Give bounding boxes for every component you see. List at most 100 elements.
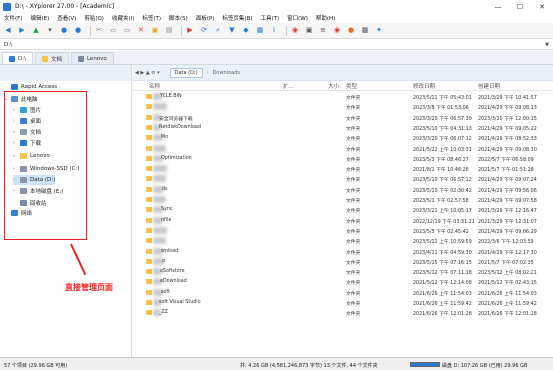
ball-icon[interactable]: ● <box>346 26 356 36</box>
menu-item[interactable]: 查看(V) <box>53 14 80 22</box>
tab-icon <box>77 55 84 62</box>
breadcrumb: ◀ ▶ ▲ ≡ ▾ Data (D:) › Downloads <box>133 65 553 81</box>
filter-icon[interactable]: ▼ <box>227 26 237 36</box>
address-value[interactable]: D:\ <box>4 42 12 48</box>
file-row[interactable]: 安全浏览器下载 文件夹 2023/3/20 下午 06:57:30 2023/3/20… <box>133 113 553 123</box>
file-row[interactable]: 文件夹 2021/5/22 上午 10:03:31 2021/4/29 下午 09:… <box>133 144 553 154</box>
file-modified: 2023/3/21 上午 10:05:17 <box>413 209 472 215</box>
menu-item[interactable]: 窗口(W) <box>283 14 312 22</box>
file-row[interactable]: o 文件夹 2023/5/15 下午 07:16:15 2021/5/7 下午 07:… <box>133 257 553 267</box>
location-icon[interactable]: ● <box>59 26 69 36</box>
back-icon[interactable]: ◀ <box>3 26 13 36</box>
file-row[interactable]: 文件夹 2023/5/11 上午 10:59:59 2022/3/6 下午 12:0… <box>133 236 553 246</box>
tab-label: Lenovo <box>86 55 107 62</box>
file-row[interactable]: 文件夹 2023/5/5 下午 02:45:42 2021/4/29 下午 09:0… <box>133 226 553 236</box>
copy-icon[interactable]: ▭ <box>108 26 118 36</box>
file-row[interactable]: Mo 文件夹 2023/3/20 下午 06:07:12 2021/4/29 下午 0… <box>133 133 553 143</box>
file-row[interactable]: wnload 文件夹 2023/4/11 下午 04:59:30 2021/4/29 … <box>133 247 553 257</box>
file-created: 2021/4/29 下午 09:05:22 <box>478 126 537 132</box>
minimize-button[interactable]: — <box>487 0 509 13</box>
menu-item[interactable]: 工具(T) <box>257 14 284 22</box>
file-row[interactable]: eDownload 文件夹 2021/5/12 下午 12:14:08 2021/5/… <box>133 277 553 287</box>
folder-icon <box>146 94 152 99</box>
file-modified: 2023/5/10 下午 04:31:13 <box>413 126 472 132</box>
file-row[interactable]: NetdiskDownload 文件夹 2023/5/10 下午 04:31:13 2… <box>133 123 553 133</box>
new-folder-icon[interactable]: ▣ <box>150 26 160 36</box>
breadcrumb-folder[interactable]: Downloads <box>213 70 240 76</box>
file-modified: 2021/6/26 下午 12:01:28 <box>413 312 472 318</box>
file-row[interactable]: 文件夹 2023/3/8 下午 01:53:06 2021/4/29 下午 09:0… <box>133 102 553 112</box>
find-icon[interactable]: ⌕ <box>213 26 223 36</box>
maximize-button[interactable]: ☐ <box>509 0 531 13</box>
browse-icon[interactable]: ▾ <box>45 26 55 36</box>
column-size[interactable]: 大小 <box>328 82 339 90</box>
file-row[interactable]: _ZZ 文件夹 2021/6/26 下午 12:01:28 2021/6/26 下午 … <box>133 308 553 318</box>
column-type[interactable]: 类型 <box>346 82 357 90</box>
file-row[interactable]: soft 文件夹 2021/6/26 上午 11:54:03 2021/6/26 上午… <box>133 288 553 298</box>
menu-item[interactable]: 帮助(H) <box>312 14 339 22</box>
menu-item[interactable]: 剪贴(O) <box>80 14 108 22</box>
red-icon[interactable]: ◉ <box>290 26 300 36</box>
menu-item[interactable]: 收藏夹(I) <box>108 14 138 22</box>
tab[interactable]: 文档 <box>34 52 69 64</box>
path-nav-icons[interactable]: ◀ ▶ ▲ ≡ ▾ <box>135 70 160 76</box>
file-row[interactable]: nfile 文件夹 2022/12/19 下午 03:31:21 2021/3/29 … <box>133 216 553 226</box>
tab[interactable]: D:\ <box>2 52 33 64</box>
file-type: 文件夹 <box>346 240 361 246</box>
grid-icon[interactable]: ▦ <box>360 26 370 36</box>
file-row[interactable]: YCLE.BIN 文件夹 2023/5/11 下午 05:43:01 2021/3/2… <box>133 92 553 102</box>
search-icon[interactable]: ● <box>73 26 83 36</box>
file-type: 文件夹 <box>346 291 361 297</box>
file-row[interactable]: 文件夹 2021/8/2 下午 10:46:26 2021/5/7 下午 01:51… <box>133 164 553 174</box>
breadcrumb-separator: › <box>206 69 209 76</box>
breadcrumb-drive[interactable]: Data (D:) <box>169 67 203 78</box>
disk-usage-bar <box>410 362 440 367</box>
column-created[interactable]: 创建日期 <box>478 82 500 90</box>
file-row[interactable]: Sync 文件夹 2023/3/21 上午 10:05:17 2021/3/29 下午… <box>133 205 553 215</box>
annotation-box <box>4 91 87 240</box>
file-modified: 2023/4/11 下午 04:59:30 <box>413 250 472 256</box>
redacted-name <box>153 226 167 234</box>
file-row[interactable]: 文件夹 2023/5/10 下午 06:57:12 2021/4/29 下午 09:… <box>133 174 553 184</box>
close-button[interactable]: ✕ <box>531 0 553 13</box>
menu-item[interactable]: 编辑(E) <box>26 14 53 22</box>
layout-icon[interactable]: ▦ <box>255 26 265 36</box>
file-row[interactable]: ds 文件夹 2023/5/10 下午 02:30:42 2021/4/29 下午 0… <box>133 185 553 195</box>
file-modified: 2023/5/3 下午 08:46:27 <box>413 157 469 163</box>
address-dropdown-icon[interactable]: ▼ <box>545 42 549 48</box>
menu-item[interactable]: 面板(P) <box>192 14 219 22</box>
tab-label: D:\ <box>18 55 26 62</box>
column-modified[interactable]: 修改日期 <box>413 82 435 90</box>
column-name[interactable]: 名称 <box>149 82 160 90</box>
photo-icon[interactable]: ▣ <box>304 26 314 36</box>
file-row[interactable]: oSoftstore 文件夹 2023/5/12 下午 07:11:18 2023/5… <box>133 267 553 277</box>
refresh-icon[interactable]: ⟳ <box>199 26 209 36</box>
menu-item[interactable]: 标签页集(B) <box>218 14 256 22</box>
menu-item[interactable]: 文件(F) <box>0 14 26 22</box>
folder-icon <box>146 155 152 161</box>
play-icon[interactable]: ▶ <box>185 26 195 36</box>
info-icon[interactable]: i <box>269 26 279 36</box>
delete-icon[interactable]: ✕ <box>136 26 146 36</box>
forward-icon[interactable]: ▶ <box>17 26 27 36</box>
file-list-pane: ◀ ▶ ▲ ≡ ▾ Data (D:) › Downloads 名称 扩... … <box>133 65 553 357</box>
address-bar[interactable]: D:\ ▼ <box>0 40 553 50</box>
paste-icon[interactable]: ▭ <box>122 26 132 36</box>
file-type: 文件夹 <box>346 188 361 194</box>
list-icon[interactable]: ≡ <box>318 26 328 36</box>
properties-icon[interactable]: ▤ <box>164 26 174 36</box>
file-created: 2021/4/29 下午 09:07:58 <box>478 199 537 204</box>
file-modified: 2023/5/11 下午 05:43:01 <box>413 96 472 101</box>
tag-icon[interactable]: ◆ <box>241 26 251 36</box>
file-row[interactable]: soft Visual Studio 文件夹 2021/6/26 上午 11:59:… <box>133 298 553 308</box>
chrome-icon[interactable]: ◉ <box>332 26 342 36</box>
cut-icon[interactable]: ✂ <box>94 26 104 36</box>
settings-icon[interactable]: ✦ <box>374 26 384 36</box>
tab[interactable]: Lenovo <box>70 52 114 64</box>
file-row[interactable]: Optimization 文件夹 2023/5/3 下午 08:46:27 2022/… <box>133 154 553 164</box>
menu-item[interactable]: 脚本(S) <box>165 14 192 22</box>
up-icon[interactable]: ▲ <box>31 26 41 36</box>
column-extension[interactable]: 扩... <box>283 82 294 90</box>
file-row[interactable]: 文件夹 2023/5/1 下午 02:57:58 2021/4/29 下午 09:0… <box>133 195 553 205</box>
menu-item[interactable]: 标签(T) <box>138 14 165 22</box>
